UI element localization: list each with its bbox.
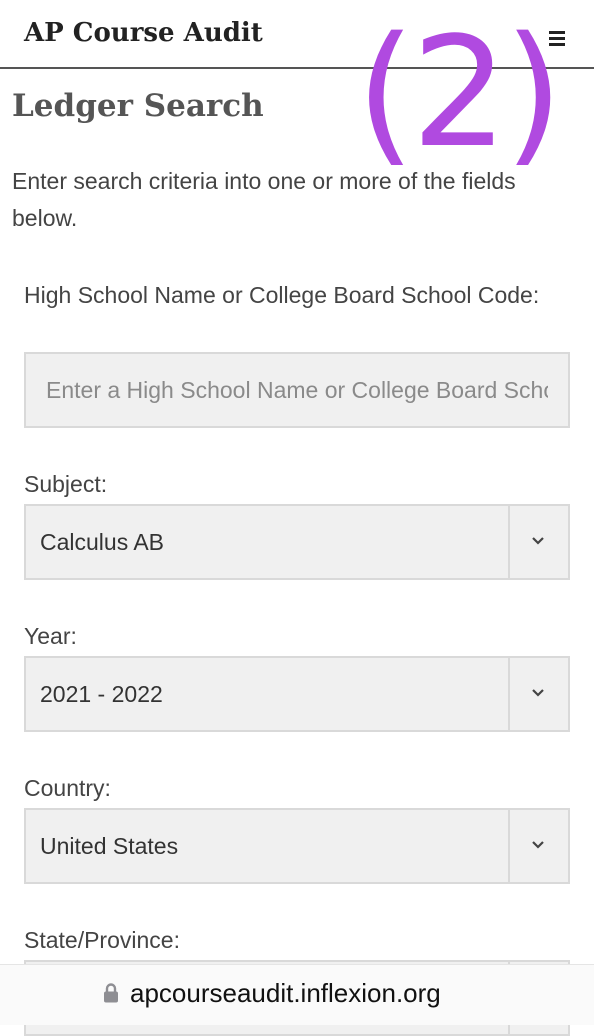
state-field-label: State/Province: (24, 927, 180, 953)
year-select[interactable]: 2021 - 2022 (24, 656, 570, 732)
year-selected-value: 2021 - 2022 (40, 681, 163, 707)
subject-selected-value: Calculus AB (40, 529, 165, 555)
page-title: Ledger Search (12, 88, 264, 124)
country-select[interactable]: United States (24, 808, 570, 884)
chevron-down-icon (532, 841, 544, 849)
browser-url-bar[interactable]: apcourseaudit.inflexion.org (0, 964, 594, 1025)
school-field-label: High School Name or College Board School… (24, 282, 540, 308)
hamburger-menu-icon[interactable] (549, 31, 565, 47)
chevron-down-icon (532, 689, 544, 697)
url-text[interactable]: apcourseaudit.inflexion.org (130, 977, 441, 1009)
country-selected-value: United States (40, 833, 179, 859)
subject-dropdown-toggle[interactable] (508, 506, 568, 578)
lock-icon (104, 983, 118, 1003)
year-field-label: Year: (24, 623, 77, 649)
chevron-down-icon (532, 537, 544, 545)
country-dropdown-toggle[interactable] (508, 810, 568, 882)
intro-text: Enter search criteria into one or more o… (12, 168, 516, 231)
subject-field-label: Subject: (24, 471, 108, 497)
app-title[interactable]: AP Course Audit (24, 18, 263, 48)
country-field-label: Country: (24, 775, 111, 801)
school-search-input[interactable] (24, 352, 570, 428)
app-header: AP Course Audit (0, 0, 594, 69)
subject-select[interactable]: Calculus AB (24, 504, 570, 580)
year-dropdown-toggle[interactable] (508, 658, 568, 730)
